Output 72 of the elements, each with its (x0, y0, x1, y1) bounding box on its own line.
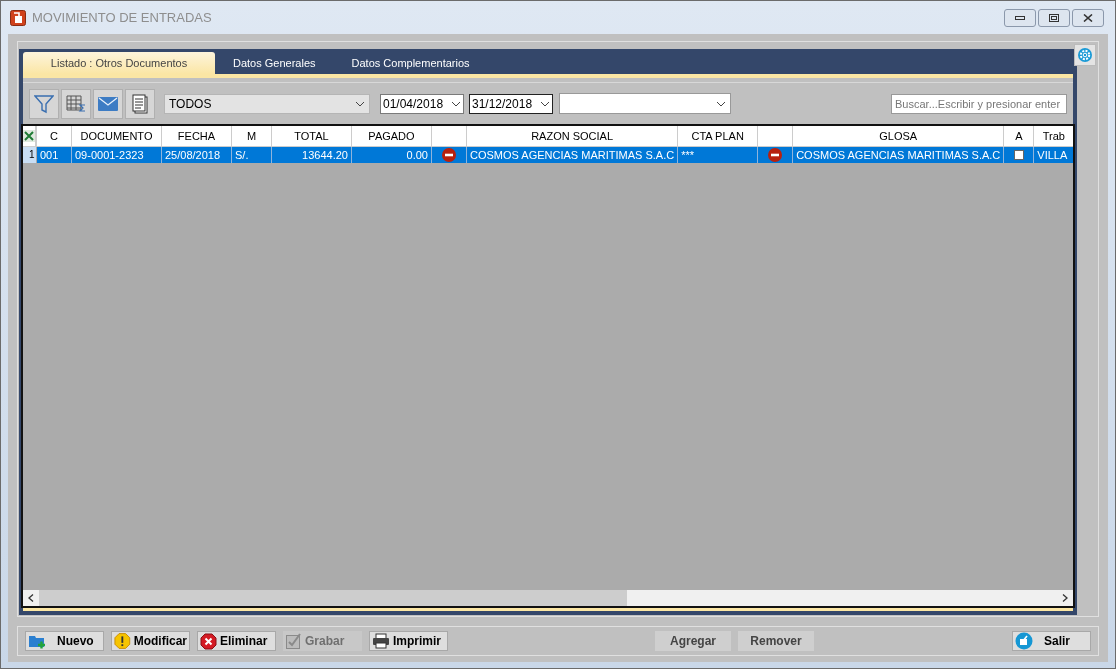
envelope-icon (98, 96, 118, 111)
close-button[interactable] (1072, 8, 1104, 27)
chevron-right-icon (1062, 594, 1068, 602)
action-button[interactable]: Imprimir (369, 631, 448, 651)
action-button[interactable]: Nuevo (25, 631, 104, 651)
restore-icon (1049, 13, 1059, 22)
settings-icon (1077, 47, 1093, 63)
exit-button[interactable]: Salir (1012, 631, 1091, 651)
table-cell: 25/08/2018 (165, 148, 221, 161)
exit-icon (1015, 632, 1033, 650)
table-sum-icon (66, 94, 86, 113)
spreadsheet-button[interactable] (61, 88, 91, 119)
delete-icon (200, 632, 217, 650)
table-cell: COSMOS AGENCIAS MARITIMAS S.A.C (796, 148, 1001, 161)
end-date-field[interactable]: 31/12/2018 (469, 93, 553, 114)
minimize-button[interactable] (1004, 8, 1036, 27)
tab[interactable]: Listado : Otros Documentos (23, 52, 215, 74)
scrollbar-thumb[interactable] (39, 590, 627, 606)
filter-dropdown[interactable]: TODOS (164, 93, 370, 114)
column-header[interactable]: C (50, 129, 58, 142)
chevron-down-icon (716, 100, 726, 107)
tab[interactable]: Datos Generales (215, 52, 334, 74)
maximize-button[interactable] (1038, 8, 1070, 27)
document-icon (132, 93, 148, 114)
account-dropdown[interactable] (559, 93, 731, 114)
table-cell: 13644.20 (302, 148, 348, 161)
document-button[interactable] (125, 88, 155, 119)
column-header[interactable]: M (246, 129, 257, 142)
row-number: 1 (29, 149, 35, 161)
filter-icon (34, 93, 54, 114)
column-header[interactable]: CTA PLAN (691, 129, 744, 142)
action-button[interactable]: Eliminar (197, 631, 276, 651)
close-icon (1083, 13, 1093, 22)
tab[interactable]: Datos Complementarios (333, 52, 488, 74)
column-header[interactable]: A (1015, 129, 1023, 142)
chevron-down-icon (451, 100, 461, 107)
table-cell: S/. (235, 148, 249, 161)
search-field[interactable]: Buscar...Escribir y presionar enter (891, 93, 1067, 114)
column-header[interactable]: GLOSA (879, 129, 918, 142)
minimize-icon (1015, 15, 1025, 20)
column-header[interactable]: DOCUMENTO (80, 129, 153, 142)
email-button[interactable] (93, 88, 123, 119)
warning-icon (114, 632, 131, 650)
settings-button[interactable] (1074, 44, 1096, 66)
checkmark-icon (286, 633, 302, 649)
chevron-left-icon (28, 594, 34, 602)
action-button[interactable]: Modificar (111, 631, 190, 651)
column-header[interactable]: PAGADO (368, 129, 415, 142)
table-cell: 001 (40, 148, 59, 161)
checkbox[interactable] (1013, 149, 1024, 160)
excel-icon (23, 129, 35, 142)
column-header[interactable]: TOTAL (294, 129, 329, 142)
table-cell: 09-0001-2323 (75, 148, 144, 161)
chevron-down-icon (540, 100, 550, 107)
action-button[interactable]: Remover (738, 631, 814, 651)
window-title: MOVIMIENTO DE ENTRADAS (32, 8, 212, 27)
column-header[interactable]: Trab (1042, 129, 1065, 142)
table-cell: VILLA (1037, 148, 1068, 161)
column-header[interactable]: RAZON SOCIAL (531, 129, 614, 142)
no-entry-icon (768, 147, 783, 162)
table-cell: COSMOS AGENCIAS MARITIMAS S.A.C (470, 148, 675, 161)
table-cell: *** (681, 148, 694, 161)
app-icon (10, 9, 26, 26)
no-entry-icon (442, 147, 456, 162)
table-cell: 0.00 (406, 148, 428, 161)
folder-plus-icon (28, 633, 46, 649)
filter-button[interactable] (29, 88, 59, 119)
chevron-down-icon (355, 100, 365, 107)
printer-icon (372, 633, 390, 649)
column-header[interactable]: FECHA (177, 129, 216, 142)
action-button[interactable]: Agregar (655, 631, 731, 651)
start-date-field[interactable]: 01/04/2018 (380, 93, 464, 114)
